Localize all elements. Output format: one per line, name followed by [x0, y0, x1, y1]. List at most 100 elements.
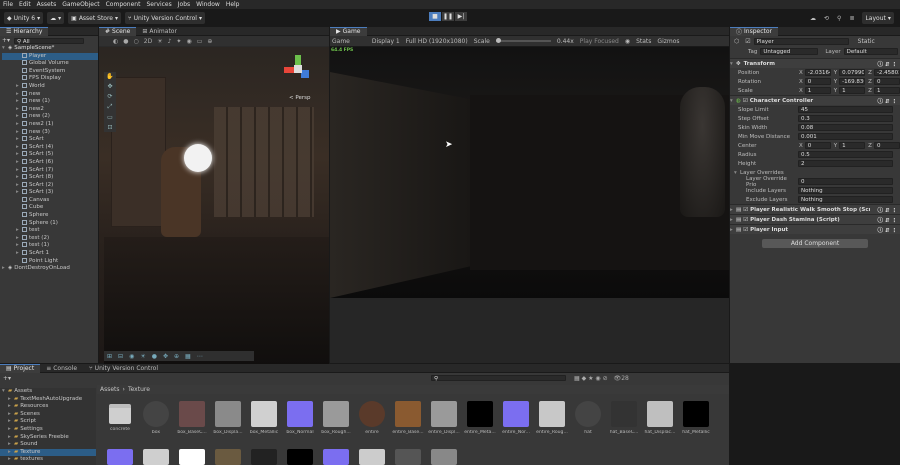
light-icon[interactable]: ☀	[140, 353, 145, 360]
menu-file[interactable]: File	[3, 1, 13, 8]
asset-thumbnail-icon[interactable]	[251, 449, 277, 465]
draw-mode-icon[interactable]: ◐	[113, 38, 118, 45]
folder-item[interactable]: ▸ ▰ Texture	[0, 448, 96, 457]
hierarchy-item[interactable]: FPS Display	[2, 75, 98, 83]
history-icon[interactable]: ⟲	[824, 15, 829, 22]
collab-button[interactable]: ☁ ▾	[47, 12, 65, 24]
asset-thumbnail-icon[interactable]	[359, 449, 385, 465]
folder-item[interactable]: ▸ ▰ textures	[0, 456, 96, 464]
hierarchy-item[interactable]: ▸ ScArt (5)	[2, 151, 98, 159]
exclude-layers-field[interactable]: Nothing	[798, 196, 893, 203]
script-component-header[interactable]: ▸ ▤ ☑ Player Dash Stamina (Script) ⓘ ⇵ ⋮	[730, 214, 900, 224]
folder-item[interactable]: ▸ ▰ Script	[0, 418, 96, 426]
add-icon[interactable]: +▾	[2, 37, 10, 44]
hierarchy-item[interactable]: ▸ new (1)	[2, 98, 98, 106]
component-menu-icon[interactable]: ⓘ ⇵ ⋮	[878, 226, 897, 234]
hierarchy-item[interactable]: ▸ new (3)	[2, 128, 98, 137]
transform-position-z-field[interactable]: -2.45803	[873, 69, 900, 76]
hidden-icon[interactable]: ◉	[186, 38, 191, 45]
script-component-header[interactable]: ▸ ▤ ☑ Player Realistic Walk Smooth Stop (Sc…	[730, 204, 900, 214]
tab-animator[interactable]: ⊞ Animator	[136, 27, 183, 36]
global-icon[interactable]: ⊕	[174, 353, 179, 360]
hierarchy-item[interactable]: ▸ ScArt (4)	[2, 143, 98, 152]
transform-header[interactable]: ▾ ✥ Transform ⓘ ⇵ ⋮	[730, 58, 900, 68]
hierarchy-search-input[interactable]: ⚲ All	[14, 37, 85, 45]
hierarchy-item[interactable]: ▸ new (2)	[2, 113, 98, 121]
layer-dropdown[interactable]: Default	[843, 48, 898, 55]
asset-item[interactable]: hat_BaseC...	[607, 401, 641, 435]
menu-assets[interactable]: Assets	[37, 1, 57, 8]
menu-services[interactable]: Services	[146, 1, 171, 8]
transform-tool-icon[interactable]: ⊡	[107, 124, 112, 131]
object-name-field[interactable]: Player	[753, 38, 849, 45]
asset-item[interactable]: box_BaseC...	[175, 401, 209, 435]
stats-button[interactable]: Stats	[636, 38, 651, 45]
shading-icon[interactable]: ●	[123, 38, 128, 45]
menu-window[interactable]: Window	[196, 1, 220, 8]
hierarchy-item[interactable]: Sphere (1)	[2, 219, 98, 228]
hierarchy-item[interactable]: ▸ ScArt (7)	[2, 166, 98, 175]
transform-scale-y-field[interactable]: 1	[839, 87, 866, 94]
asset-item[interactable]: box_Displa...	[211, 401, 245, 435]
snap-icon[interactable]: ⊟	[118, 353, 123, 360]
2d-toggle[interactable]: 2D	[144, 38, 152, 45]
enabled-checkbox[interactable]: ☑	[743, 98, 748, 104]
asset-item[interactable]: box_Normal	[283, 401, 317, 435]
hierarchy-item[interactable]: ▸ ScArt (3)	[2, 189, 98, 197]
asset-item[interactable]: entire_Displ...	[427, 401, 461, 435]
rect-tool-icon[interactable]: ▭	[107, 114, 113, 121]
asset-item[interactable]: entire	[355, 401, 389, 435]
hierarchy-item[interactable]: ▸ ScArt (8)	[2, 174, 98, 182]
hand-tool-icon[interactable]: ✋	[106, 73, 113, 80]
asset-thumbnail-icon[interactable]	[395, 449, 421, 465]
asset-thumbnail-icon[interactable]	[215, 449, 241, 465]
persp-label[interactable]: < Persp	[289, 95, 310, 101]
account-button[interactable]: ◆ Unity 6 ▾	[4, 12, 44, 24]
asset-thumbnail-icon[interactable]	[431, 449, 457, 465]
layout-dropdown[interactable]: Layout ▾	[862, 12, 894, 24]
folder-item[interactable]: ▸ ▰ Sound	[0, 441, 96, 449]
menu-jobs[interactable]: Jobs	[178, 1, 190, 8]
menu-help[interactable]: Help	[226, 1, 240, 8]
camera-icon[interactable]: ▭	[197, 38, 203, 45]
hierarchy-item[interactable]: Sphere	[2, 212, 98, 220]
cc-field-2-field[interactable]: 0.08	[798, 124, 893, 131]
scale-slider[interactable]	[495, 38, 551, 43]
center-x-field[interactable]: 0	[804, 142, 831, 149]
asset-thumbnail-icon[interactable]	[179, 449, 205, 465]
breadcrumb-assets[interactable]: Assets	[100, 386, 120, 393]
tab-scene[interactable]: # Scene	[99, 26, 137, 36]
hierarchy-item[interactable]: ▸ new2	[2, 105, 98, 114]
hierarchy-item[interactable]: Global Volume	[2, 60, 98, 68]
center-y-field[interactable]: 1	[839, 142, 866, 149]
tab-project[interactable]: ▤ Project	[0, 363, 41, 373]
hierarchy-item[interactable]: Canvas	[2, 196, 98, 205]
tag-dropdown[interactable]: Untagged	[760, 48, 819, 55]
layers-icon[interactable]: ≣	[849, 15, 854, 22]
cc-field-3-field[interactable]: 0.001	[798, 133, 893, 140]
hierarchy-item[interactable]: ▸ ScArt 1	[2, 250, 98, 258]
menu-component[interactable]: Component	[106, 1, 141, 8]
cc-field-0-field[interactable]: 45	[798, 106, 893, 113]
include-layers-field[interactable]: Nothing	[798, 187, 893, 194]
active-checkbox[interactable]: ☑	[745, 38, 750, 45]
axis-gizmo[interactable]	[284, 55, 314, 89]
game-viewport[interactable]: 64.4 FPS ➤	[330, 47, 729, 298]
hierarchy-item[interactable]: ▸ ScArt	[2, 136, 98, 144]
mute-icon[interactable]: ◉	[625, 38, 630, 45]
tab-hierarchy[interactable]: ☰ Hierarchy	[0, 26, 49, 36]
asset-thumbnail-icon[interactable]	[107, 449, 133, 465]
transform-rotation-y-field[interactable]: -169.836	[839, 78, 866, 85]
add-icon[interactable]: +▾	[3, 375, 11, 382]
hierarchy-item[interactable]: Cube	[2, 204, 98, 212]
scale-tool-icon[interactable]: ⤢	[108, 103, 113, 111]
hierarchy-item[interactable]: ▸ test	[2, 227, 98, 235]
asset-item[interactable]: box_Metallic	[247, 401, 281, 435]
hierarchy-item[interactable]: ▸ new2 (1)	[2, 120, 98, 129]
filter-icons[interactable]: ▦ ◆ ★ ◉ ⊘	[574, 375, 608, 382]
hierarchy-item[interactable]: ▸ World	[2, 82, 98, 91]
scene-row[interactable]: ▾ ◈ SampleScene*	[2, 45, 98, 53]
game-mode-dropdown[interactable]: Game	[332, 38, 350, 45]
hierarchy-item[interactable]: ▸ test (2)	[2, 234, 98, 243]
pivot-icon[interactable]: ✥	[163, 353, 168, 360]
